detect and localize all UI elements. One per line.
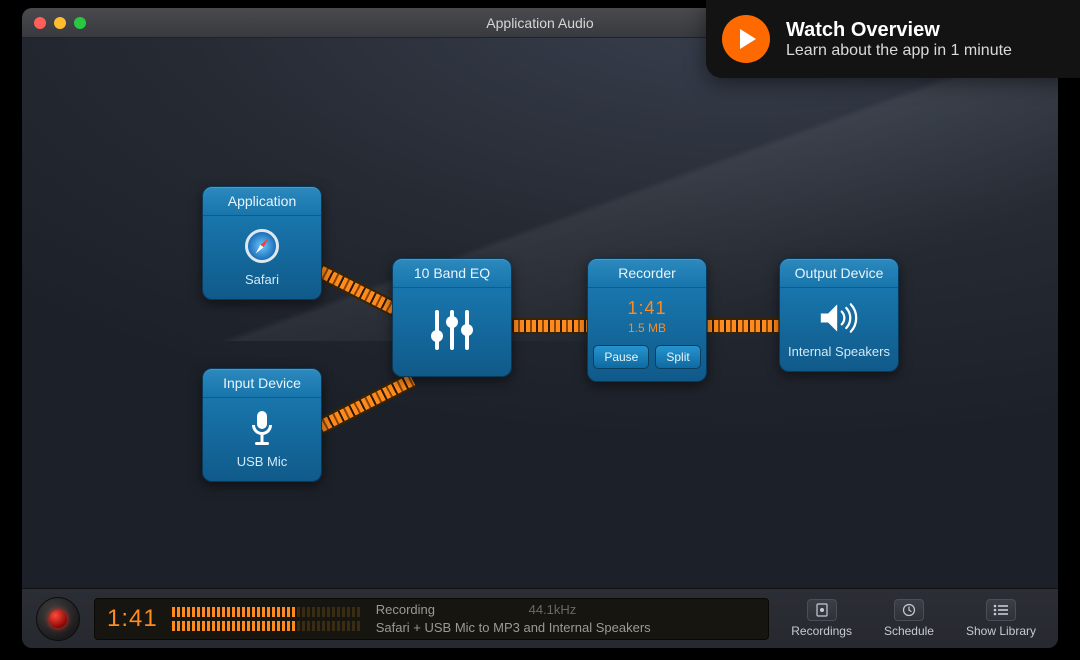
record-icon bbox=[49, 610, 67, 628]
level-meter bbox=[172, 605, 362, 633]
cable-input-eq bbox=[306, 373, 416, 439]
node-input-device[interactable]: Input Device USB Mic bbox=[202, 368, 322, 482]
elapsed-time: 1:41 bbox=[107, 605, 158, 633]
node-recorder-title: Recorder bbox=[588, 259, 706, 288]
node-application[interactable]: Application Safari bbox=[202, 186, 322, 300]
routing-canvas[interactable]: Application Safari Input Device USB Mic … bbox=[22, 38, 1058, 588]
node-input-title: Input Device bbox=[203, 369, 321, 398]
app-window: Application Audio Application Safari Inp… bbox=[22, 8, 1058, 648]
list-icon bbox=[986, 599, 1016, 621]
node-output-label: Internal Speakers bbox=[786, 344, 892, 359]
microphone-icon bbox=[242, 408, 282, 448]
schedule-button[interactable]: Schedule bbox=[874, 595, 944, 642]
node-application-title: Application bbox=[203, 187, 321, 216]
detail-text: Safari + USB Mic to MP3 and Internal Spe… bbox=[376, 619, 651, 637]
play-icon bbox=[722, 15, 770, 63]
overview-subtitle: Learn about the app in 1 minute bbox=[786, 42, 1012, 60]
node-input-label: USB Mic bbox=[209, 454, 315, 469]
recordings-button[interactable]: Recordings bbox=[783, 595, 860, 642]
sample-rate: 44.1kHz bbox=[529, 602, 577, 617]
traffic-lights bbox=[34, 17, 86, 29]
maximize-icon[interactable] bbox=[74, 17, 86, 29]
node-eq[interactable]: 10 Band EQ bbox=[392, 258, 512, 377]
node-application-label: Safari bbox=[209, 272, 315, 287]
watch-overview-card[interactable]: Watch Overview Learn about the app in 1 … bbox=[706, 0, 1080, 78]
node-output-title: Output Device bbox=[780, 259, 898, 288]
show-library-button[interactable]: Show Library bbox=[958, 595, 1044, 642]
safari-icon bbox=[245, 229, 279, 263]
recorder-size: 1.5 MB bbox=[594, 321, 700, 335]
recorder-time: 1:41 bbox=[594, 298, 700, 319]
recordings-icon bbox=[807, 599, 837, 621]
schedule-label: Schedule bbox=[884, 624, 934, 638]
node-eq-title: 10 Band EQ bbox=[393, 259, 511, 288]
record-button[interactable] bbox=[36, 597, 80, 641]
lcd-display: 1:41 Recording 44.1kHz Safari + USB Mic … bbox=[94, 598, 769, 640]
bottom-bar: 1:41 Recording 44.1kHz Safari + USB Mic … bbox=[22, 588, 1058, 648]
minimize-icon[interactable] bbox=[54, 17, 66, 29]
pause-button[interactable]: Pause bbox=[593, 345, 649, 369]
node-output-device[interactable]: Output Device Internal Speakers bbox=[779, 258, 899, 372]
close-icon[interactable] bbox=[34, 17, 46, 29]
status-text: Recording bbox=[376, 602, 435, 617]
recordings-label: Recordings bbox=[791, 624, 852, 638]
clock-icon bbox=[894, 599, 924, 621]
split-button[interactable]: Split bbox=[655, 345, 700, 369]
library-label: Show Library bbox=[966, 624, 1036, 638]
node-recorder[interactable]: Recorder 1:41 1.5 MB Pause Split bbox=[587, 258, 707, 382]
overview-heading: Watch Overview bbox=[786, 19, 1012, 42]
speaker-icon bbox=[819, 298, 859, 338]
equalizer-icon bbox=[399, 308, 505, 352]
